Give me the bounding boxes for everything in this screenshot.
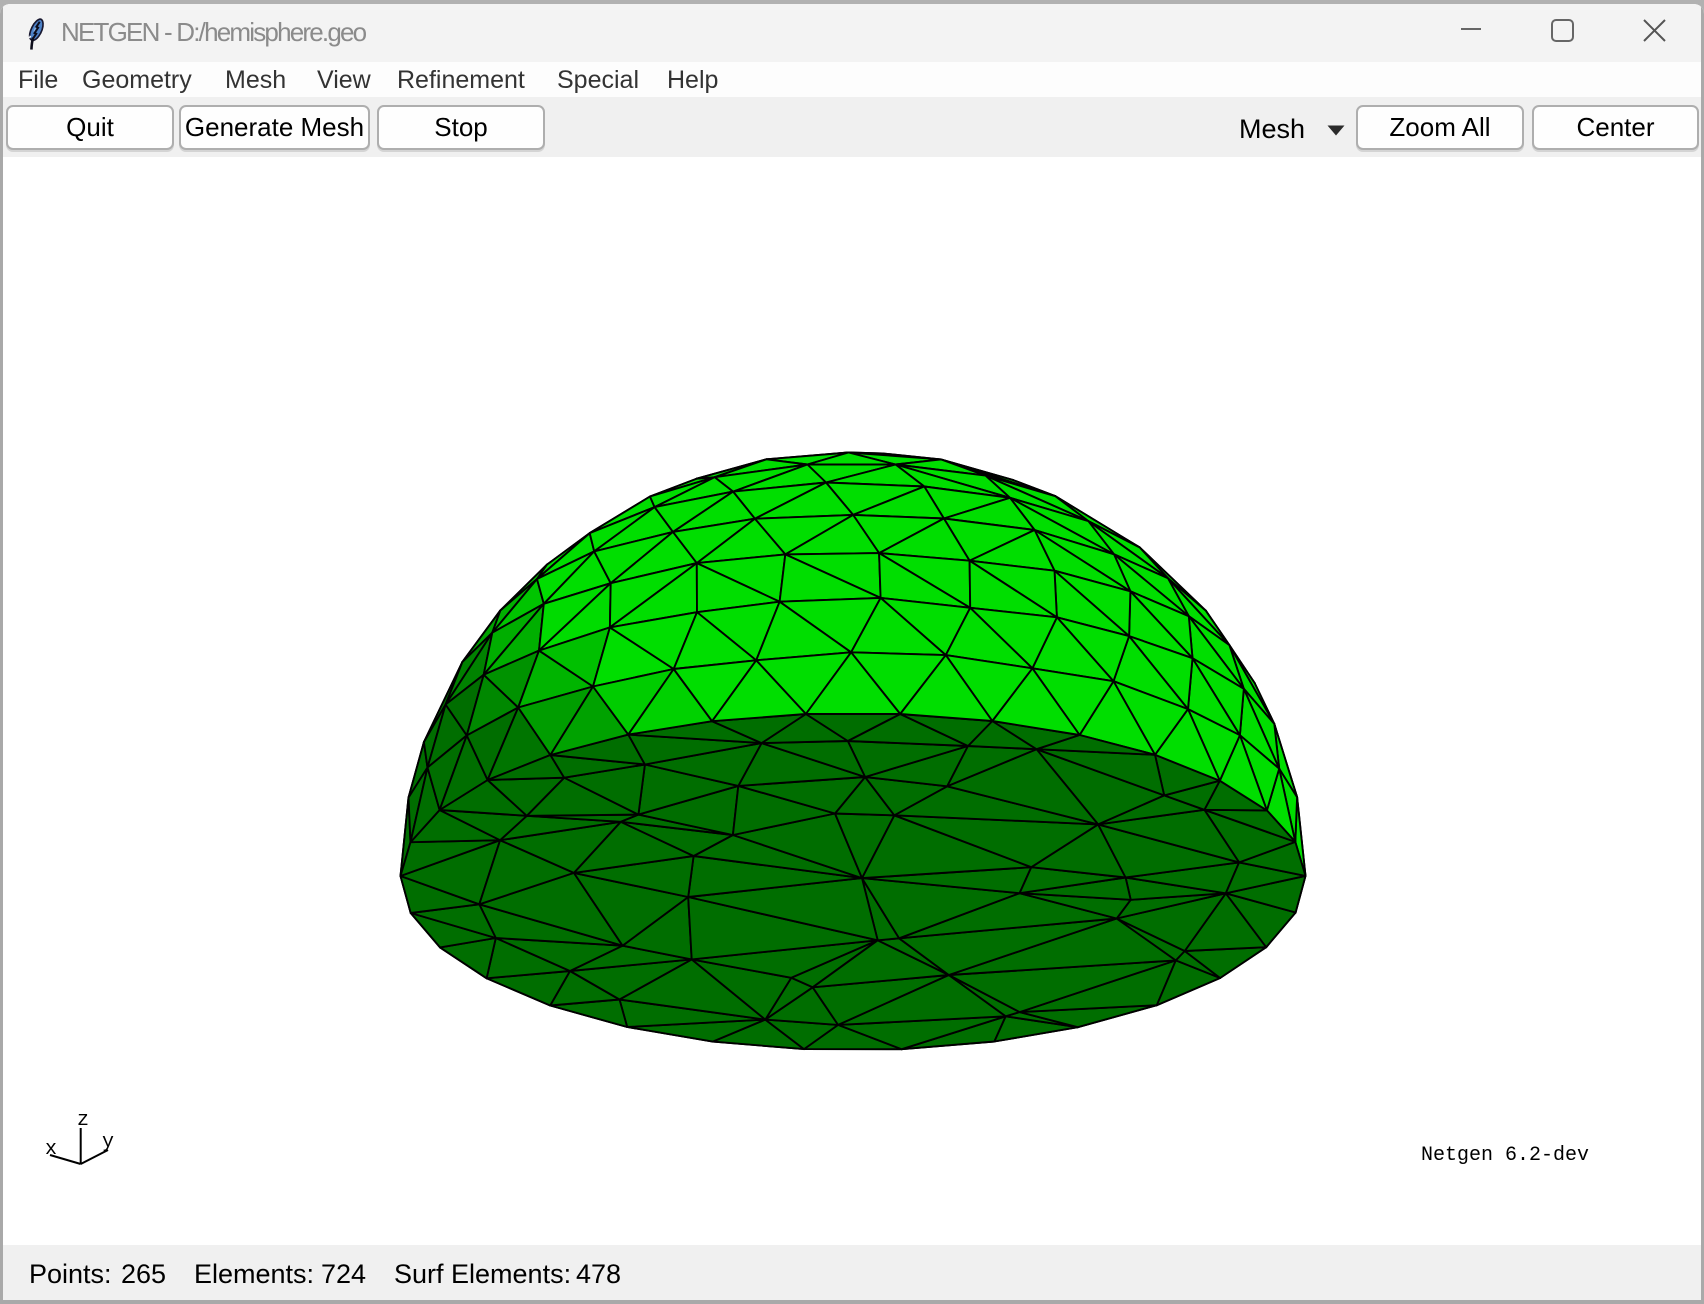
svg-text:y: y [102, 1131, 114, 1154]
svg-text:x: x [45, 1138, 57, 1161]
svg-text:z: z [77, 1109, 89, 1132]
